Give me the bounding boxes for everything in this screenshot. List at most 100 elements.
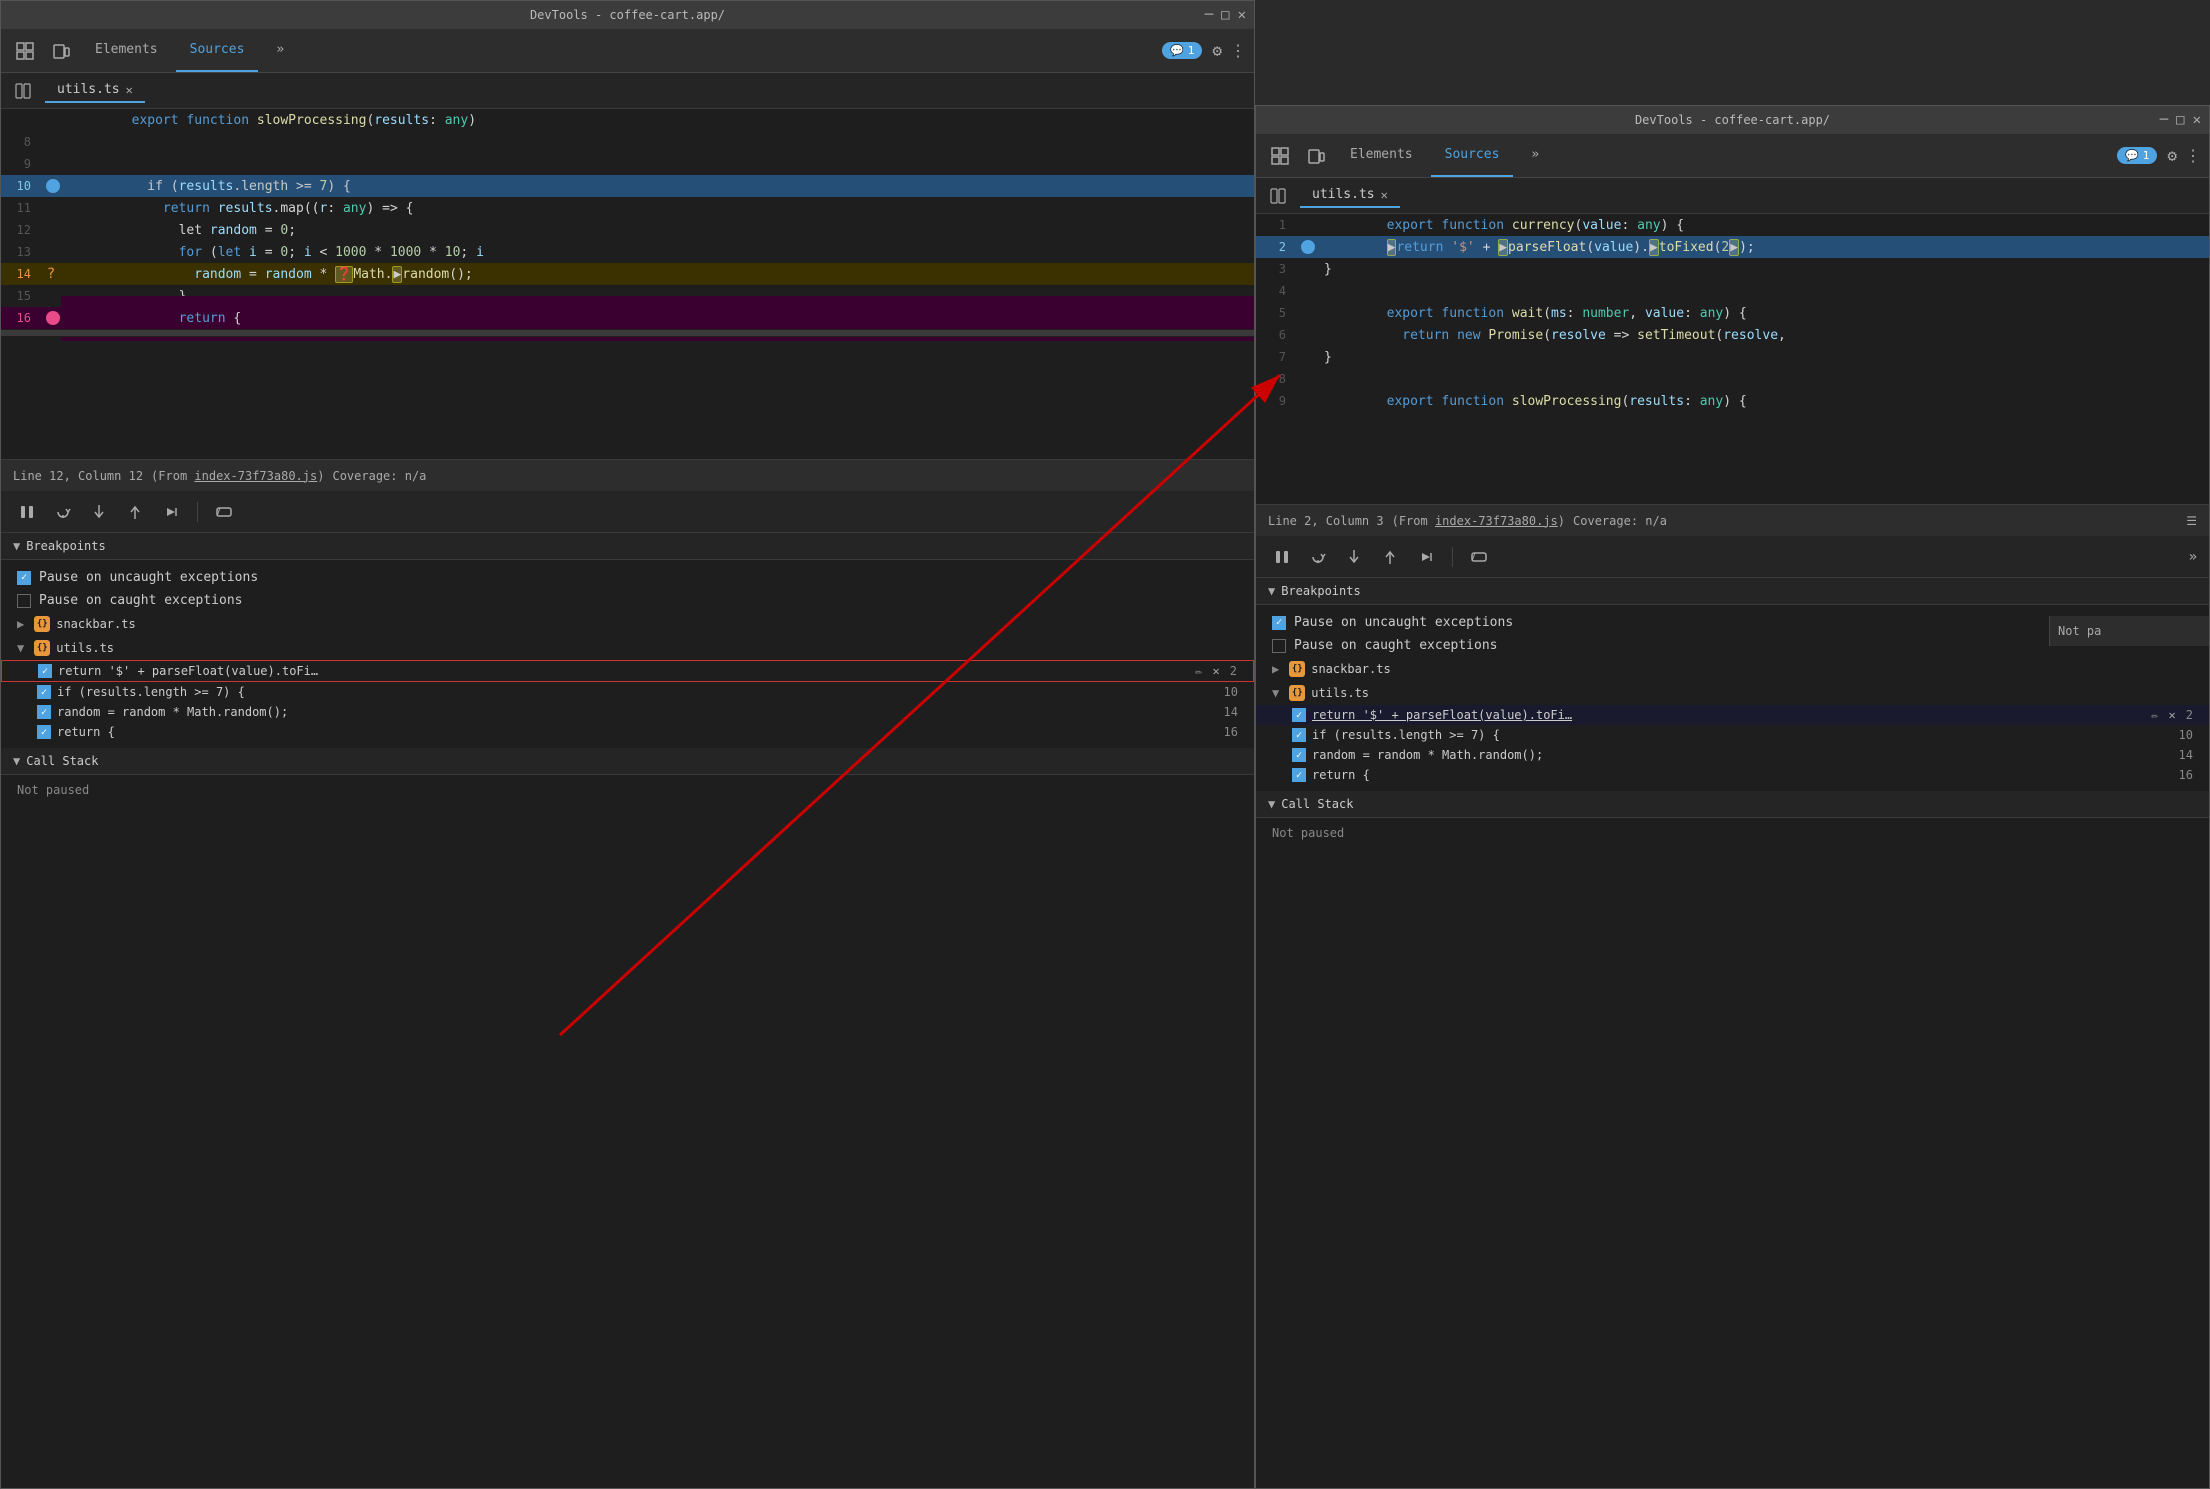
maximize-btn-1[interactable]: □ — [1221, 7, 1229, 23]
call-stack-label-1: Call Stack — [26, 754, 98, 768]
call-stack-header-1[interactable]: ▼ Call Stack — [1, 748, 1254, 775]
bp1-cb-2[interactable] — [1292, 708, 1306, 722]
step-over-btn-2[interactable] — [1304, 543, 1332, 571]
bp-item-4-1[interactable]: return { 16 — [1, 722, 1254, 742]
titlebar-1: DevTools - coffee-cart.app/ ─ □ ✕ — [1, 1, 1254, 29]
step-into-btn-2[interactable] — [1340, 543, 1368, 571]
deactivate-btn-2[interactable] — [1465, 543, 1493, 571]
bp2-cb-1[interactable] — [37, 685, 51, 699]
bp-utils-header-1[interactable]: ▼ {} utils.ts — [1, 636, 1254, 660]
pause-uncaught-cb-2[interactable] — [1272, 616, 1286, 630]
close-btn-2[interactable]: ✕ — [2193, 112, 2201, 128]
status-bar-2: Line 2, Column 3 (From index-73f73a80.js… — [1256, 504, 2209, 536]
bp1-delete-1[interactable]: ✕ — [1213, 664, 1220, 678]
pause-caught-cb-1[interactable] — [17, 594, 31, 608]
bp1-cb-1[interactable] — [38, 664, 52, 678]
bp2-linenum-1: 10 — [1224, 685, 1238, 699]
status-icon-2[interactable]: ☰ — [2186, 514, 2197, 528]
bp-item-2-2[interactable]: if (results.length >= 7) { 10 — [1256, 725, 2209, 745]
device-icon-2[interactable] — [1300, 140, 1332, 172]
code-line-w2-6: 6 return new Promise(resolve => setTimeo… — [1256, 324, 2209, 346]
bp1-delete-2[interactable]: ✕ — [2169, 708, 2176, 722]
cursor-position-1: Line 12, Column 12 — [13, 469, 143, 483]
continue-btn-1[interactable] — [157, 498, 185, 526]
inspect-icon-2[interactable] — [1264, 140, 1296, 172]
pause-uncaught-cb-1[interactable] — [17, 571, 31, 585]
debug-more-btn-2[interactable]: » — [2189, 549, 2197, 565]
cursor-position-2: Line 2, Column 3 — [1268, 514, 1384, 528]
minimize-btn-2[interactable]: ─ — [2160, 112, 2168, 128]
code-area-2[interactable]: 1 export function currency(value: any) {… — [1256, 214, 2209, 504]
bp2-code-2: if (results.length >= 7) { — [1312, 728, 2173, 742]
panels-section-1[interactable]: ▼ Breakpoints Pause on uncaught exceptio… — [1, 533, 1254, 1488]
pause-caught-1[interactable]: Pause on caught exceptions — [1, 589, 1254, 612]
settings-btn-2[interactable]: ⚙ — [2167, 146, 2177, 165]
snackbar-label-1: snackbar.ts — [56, 617, 135, 631]
more-menu-btn-2[interactable]: ⋮ — [2185, 146, 2201, 165]
deactivate-btn-1[interactable] — [210, 498, 238, 526]
breakpoints-label-2: Breakpoints — [1281, 584, 1360, 598]
pause-uncaught-1[interactable]: Pause on uncaught exceptions — [1, 566, 1254, 589]
settings-btn-1[interactable]: ⚙ — [1212, 41, 1222, 60]
code-line-w2-2: 2 ▶return '$' + ▶parseFloat(value).▶toFi… — [1256, 236, 2209, 258]
bp3-cb-2[interactable] — [1292, 748, 1306, 762]
code-area-1[interactable]: export function slowProcessing(results: … — [1, 109, 1254, 459]
pause-btn-2[interactable] — [1268, 543, 1296, 571]
step-out-btn-1[interactable] — [121, 498, 149, 526]
code-line-export: export function slowProcessing(results: … — [1, 109, 1254, 131]
tab-elements-1[interactable]: Elements — [81, 29, 172, 72]
breakpoints-header-1[interactable]: ▼ Breakpoints — [1, 533, 1254, 560]
titlebar-title-1: DevTools - coffee-cart.app/ — [530, 8, 725, 22]
more-menu-btn-1[interactable]: ⋮ — [1230, 41, 1246, 60]
step-out-btn-2[interactable] — [1376, 543, 1404, 571]
continue-btn-2[interactable] — [1412, 543, 1440, 571]
breakpoints-header-2[interactable]: ▼ Breakpoints — [1256, 578, 2209, 605]
bp-item-1-1[interactable]: return '$' + parseFloat(value).toFi… ✏ ✕… — [1, 660, 1254, 682]
bp4-cb-2[interactable] — [1292, 768, 1306, 782]
debug-toolbar-1 — [1, 491, 1254, 533]
pause-btn-1[interactable] — [13, 498, 41, 526]
minimize-btn-1[interactable]: ─ — [1205, 7, 1213, 23]
tab-more-2[interactable]: » — [1517, 134, 1553, 177]
bp-snackbar-header-1[interactable]: ▶ {} snackbar.ts — [1, 612, 1254, 636]
panels-section-2[interactable]: ▼ Breakpoints Pause on uncaught exceptio… — [1256, 578, 2209, 1488]
tab-sources-2[interactable]: Sources — [1431, 134, 1514, 177]
pause-caught-cb-2[interactable] — [1272, 639, 1286, 653]
panel-toggle-1[interactable] — [9, 77, 37, 105]
tab-more-1[interactable]: » — [262, 29, 298, 72]
bp-item-3-1[interactable]: random = random * Math.random(); 14 — [1, 702, 1254, 722]
call-stack-header-2[interactable]: ▼ Call Stack — [1256, 791, 2209, 818]
bp1-edit-2[interactable]: ✏ — [2151, 708, 2158, 722]
bp-item-4-2[interactable]: return { 16 — [1256, 765, 2209, 785]
bp-utils-header-2[interactable]: ▼ {} utils.ts — [1256, 681, 2209, 705]
bp4-cb-1[interactable] — [37, 725, 51, 739]
panel-toggle-2[interactable] — [1264, 182, 1292, 210]
file-tab-utils-1[interactable]: utils.ts ✕ — [45, 78, 145, 103]
source-map-link-2[interactable]: index-73f73a80.js — [1435, 514, 1558, 528]
tab-elements-2[interactable]: Elements — [1336, 134, 1427, 177]
tab-sources-1[interactable]: Sources — [176, 29, 259, 72]
step-over-btn-1[interactable] — [49, 498, 77, 526]
file-tab-utils-2[interactable]: utils.ts ✕ — [1300, 183, 1400, 208]
inspect-icon-1[interactable] — [9, 35, 41, 67]
utils-label-1: utils.ts — [56, 641, 114, 655]
bp2-code-1: if (results.length >= 7) { — [57, 685, 1218, 699]
bp-item-2-1[interactable]: if (results.length >= 7) { 10 — [1, 682, 1254, 702]
maximize-btn-2[interactable]: □ — [2176, 112, 2184, 128]
bp4-code-2: return { — [1312, 768, 2173, 782]
file-tab-close-1[interactable]: ✕ — [126, 83, 133, 97]
bp-item-3-2[interactable]: random = random * Math.random(); 14 — [1256, 745, 2209, 765]
bp2-cb-2[interactable] — [1292, 728, 1306, 742]
device-icon-1[interactable] — [45, 35, 77, 67]
bp1-edit-1[interactable]: ✏ — [1195, 664, 1202, 678]
bp4-linenum-1: 16 — [1224, 725, 1238, 739]
bp-item-1-2[interactable]: return '$' + parseFloat(value).toFi… ✏ ✕… — [1256, 705, 2209, 725]
bp1-code-2: return '$' + parseFloat(value).toFi… — [1312, 708, 2141, 722]
source-map-link-1[interactable]: index-73f73a80.js — [194, 469, 317, 483]
step-into-btn-1[interactable] — [85, 498, 113, 526]
bp3-cb-1[interactable] — [37, 705, 51, 719]
coverage-2: Coverage: n/a — [1573, 514, 1667, 528]
file-tab-close-2[interactable]: ✕ — [1381, 188, 1388, 202]
close-btn-1[interactable]: ✕ — [1238, 7, 1246, 23]
bp-snackbar-header-2[interactable]: ▶ {} snackbar.ts — [1256, 657, 2209, 681]
